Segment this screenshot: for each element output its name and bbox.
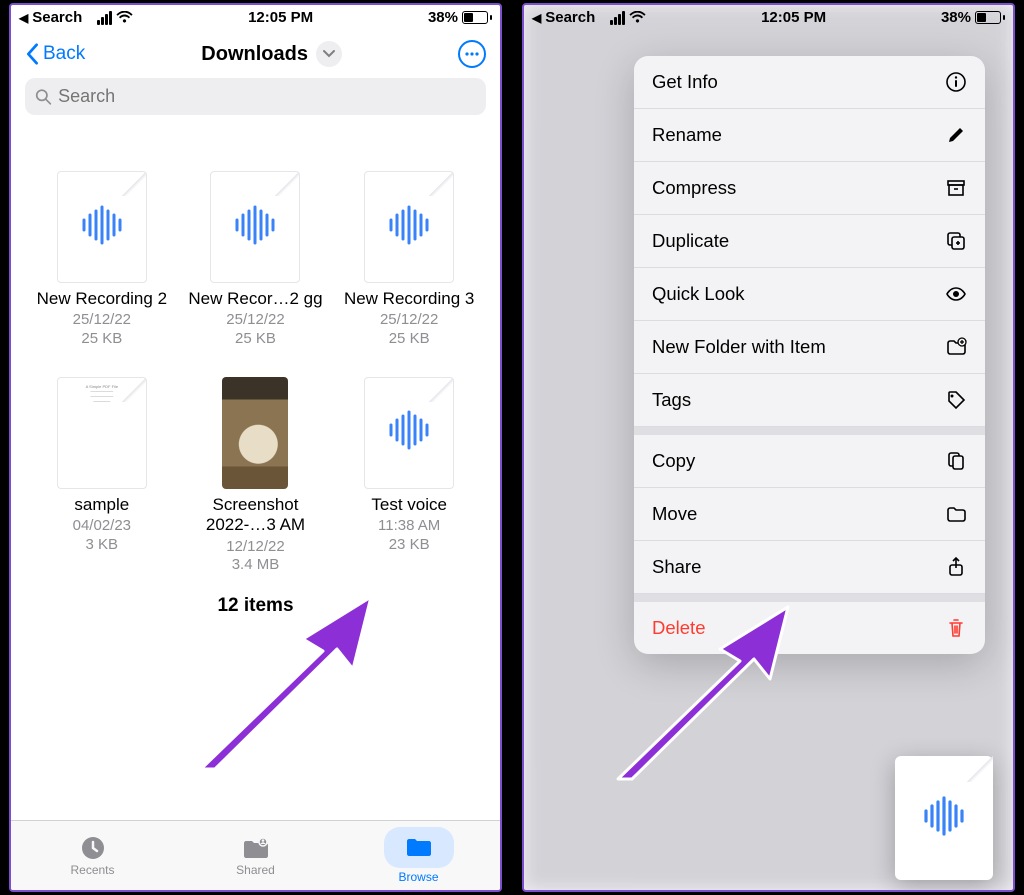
menu-get-info[interactable]: Get Info (634, 56, 985, 109)
tab-shared[interactable]: Shared (174, 821, 337, 890)
file-tile[interactable]: New Recor…2 gg 25/12/2225 KB (183, 171, 329, 349)
menu-copy[interactable]: Copy (634, 435, 985, 488)
menu-quick-look[interactable]: Quick Look (634, 268, 985, 321)
ellipsis-icon (465, 52, 479, 56)
clock-icon (78, 835, 108, 861)
search-field[interactable] (25, 78, 486, 115)
document-file-icon: A Simple PDF File────────────────────── (57, 377, 147, 489)
title-chevron-button[interactable] (316, 41, 342, 67)
battery-pct: 38% (941, 9, 971, 26)
tag-icon (945, 389, 967, 411)
file-tile[interactable]: New Recording 3 25/12/2225 KB (336, 171, 482, 349)
eye-icon (945, 283, 967, 305)
files-grid: New Recording 2 25/12/2225 KB New Recor…… (11, 121, 500, 575)
copy-icon (945, 450, 967, 472)
wifi-icon (629, 11, 646, 24)
back-to-app-chevron-icon[interactable]: ◀ (532, 11, 541, 25)
audio-file-icon (364, 377, 454, 489)
duplicate-icon (945, 230, 967, 252)
menu-duplicate[interactable]: Duplicate (634, 215, 985, 268)
wifi-icon (116, 11, 133, 24)
trash-icon (945, 617, 967, 639)
context-menu-screen: ◀ Search 12:05 PM 38% Get Info Rename (522, 3, 1015, 892)
context-menu: Get Info Rename Compress Duplicate Quick… (634, 56, 985, 654)
archive-icon (945, 177, 967, 199)
menu-delete[interactable]: Delete (634, 602, 985, 654)
chevron-down-icon (323, 49, 335, 59)
audio-file-icon (57, 171, 147, 283)
cellular-signal-icon (96, 11, 112, 25)
back-to-app-label[interactable]: Search (545, 9, 595, 26)
menu-tags[interactable]: Tags (634, 374, 985, 427)
info-icon (945, 71, 967, 93)
pencil-icon (945, 124, 967, 146)
shared-folder-icon (241, 835, 271, 861)
more-button[interactable] (458, 40, 486, 68)
audio-file-icon (210, 171, 300, 283)
folder-icon (945, 503, 967, 525)
selected-file-preview (895, 756, 993, 880)
chevron-left-icon (25, 43, 39, 65)
back-to-app-chevron-icon[interactable]: ◀ (19, 11, 28, 25)
tab-bar: Recents Shared Browse (11, 820, 500, 890)
back-to-app-label[interactable]: Search (32, 9, 82, 26)
battery-pct: 38% (428, 9, 458, 26)
menu-new-folder[interactable]: New Folder with Item (634, 321, 985, 374)
audio-file-icon (364, 171, 454, 283)
fileког name: New Recording 2 (37, 289, 167, 309)
status-time: 12:05 PM (248, 9, 313, 26)
battery-icon (975, 11, 1005, 24)
battery-icon (462, 11, 492, 24)
menu-move[interactable]: Move (634, 488, 985, 541)
search-icon (35, 88, 52, 106)
file-tile[interactable]: Screenshot 2022-…3 AM 12/12/223.4 MB (183, 377, 329, 575)
menu-rename[interactable]: Rename (634, 109, 985, 162)
item-count: 12 items (11, 575, 500, 633)
files-app-screen: ◀ Search 12:05 PM 38% Back Downloads (9, 3, 502, 892)
page-title[interactable]: Downloads (201, 41, 342, 67)
back-button[interactable]: Back (25, 43, 85, 65)
status-time: 12:05 PM (761, 9, 826, 26)
menu-share[interactable]: Share (634, 541, 985, 594)
image-file-icon (222, 377, 288, 489)
search-input[interactable] (58, 86, 476, 107)
new-folder-icon (945, 336, 967, 358)
back-label: Back (43, 43, 85, 65)
tab-browse[interactable]: Browse (337, 821, 500, 890)
file-tile[interactable]: A Simple PDF File────────────────────── … (29, 377, 175, 575)
share-icon (945, 556, 967, 578)
navigation-bar: Back Downloads (11, 30, 500, 74)
status-bar: ◀ Search 12:05 PM 38% (524, 5, 1013, 30)
status-bar: ◀ Search 12:05 PM 38% (11, 5, 500, 30)
file-tile[interactable]: New Recording 2 25/12/2225 KB (29, 171, 175, 349)
file-tile[interactable]: Test voice 11:38 AM23 KB (336, 377, 482, 575)
folder-icon (404, 833, 434, 859)
menu-compress[interactable]: Compress (634, 162, 985, 215)
tab-recents[interactable]: Recents (11, 821, 174, 890)
cellular-signal-icon (609, 11, 625, 25)
